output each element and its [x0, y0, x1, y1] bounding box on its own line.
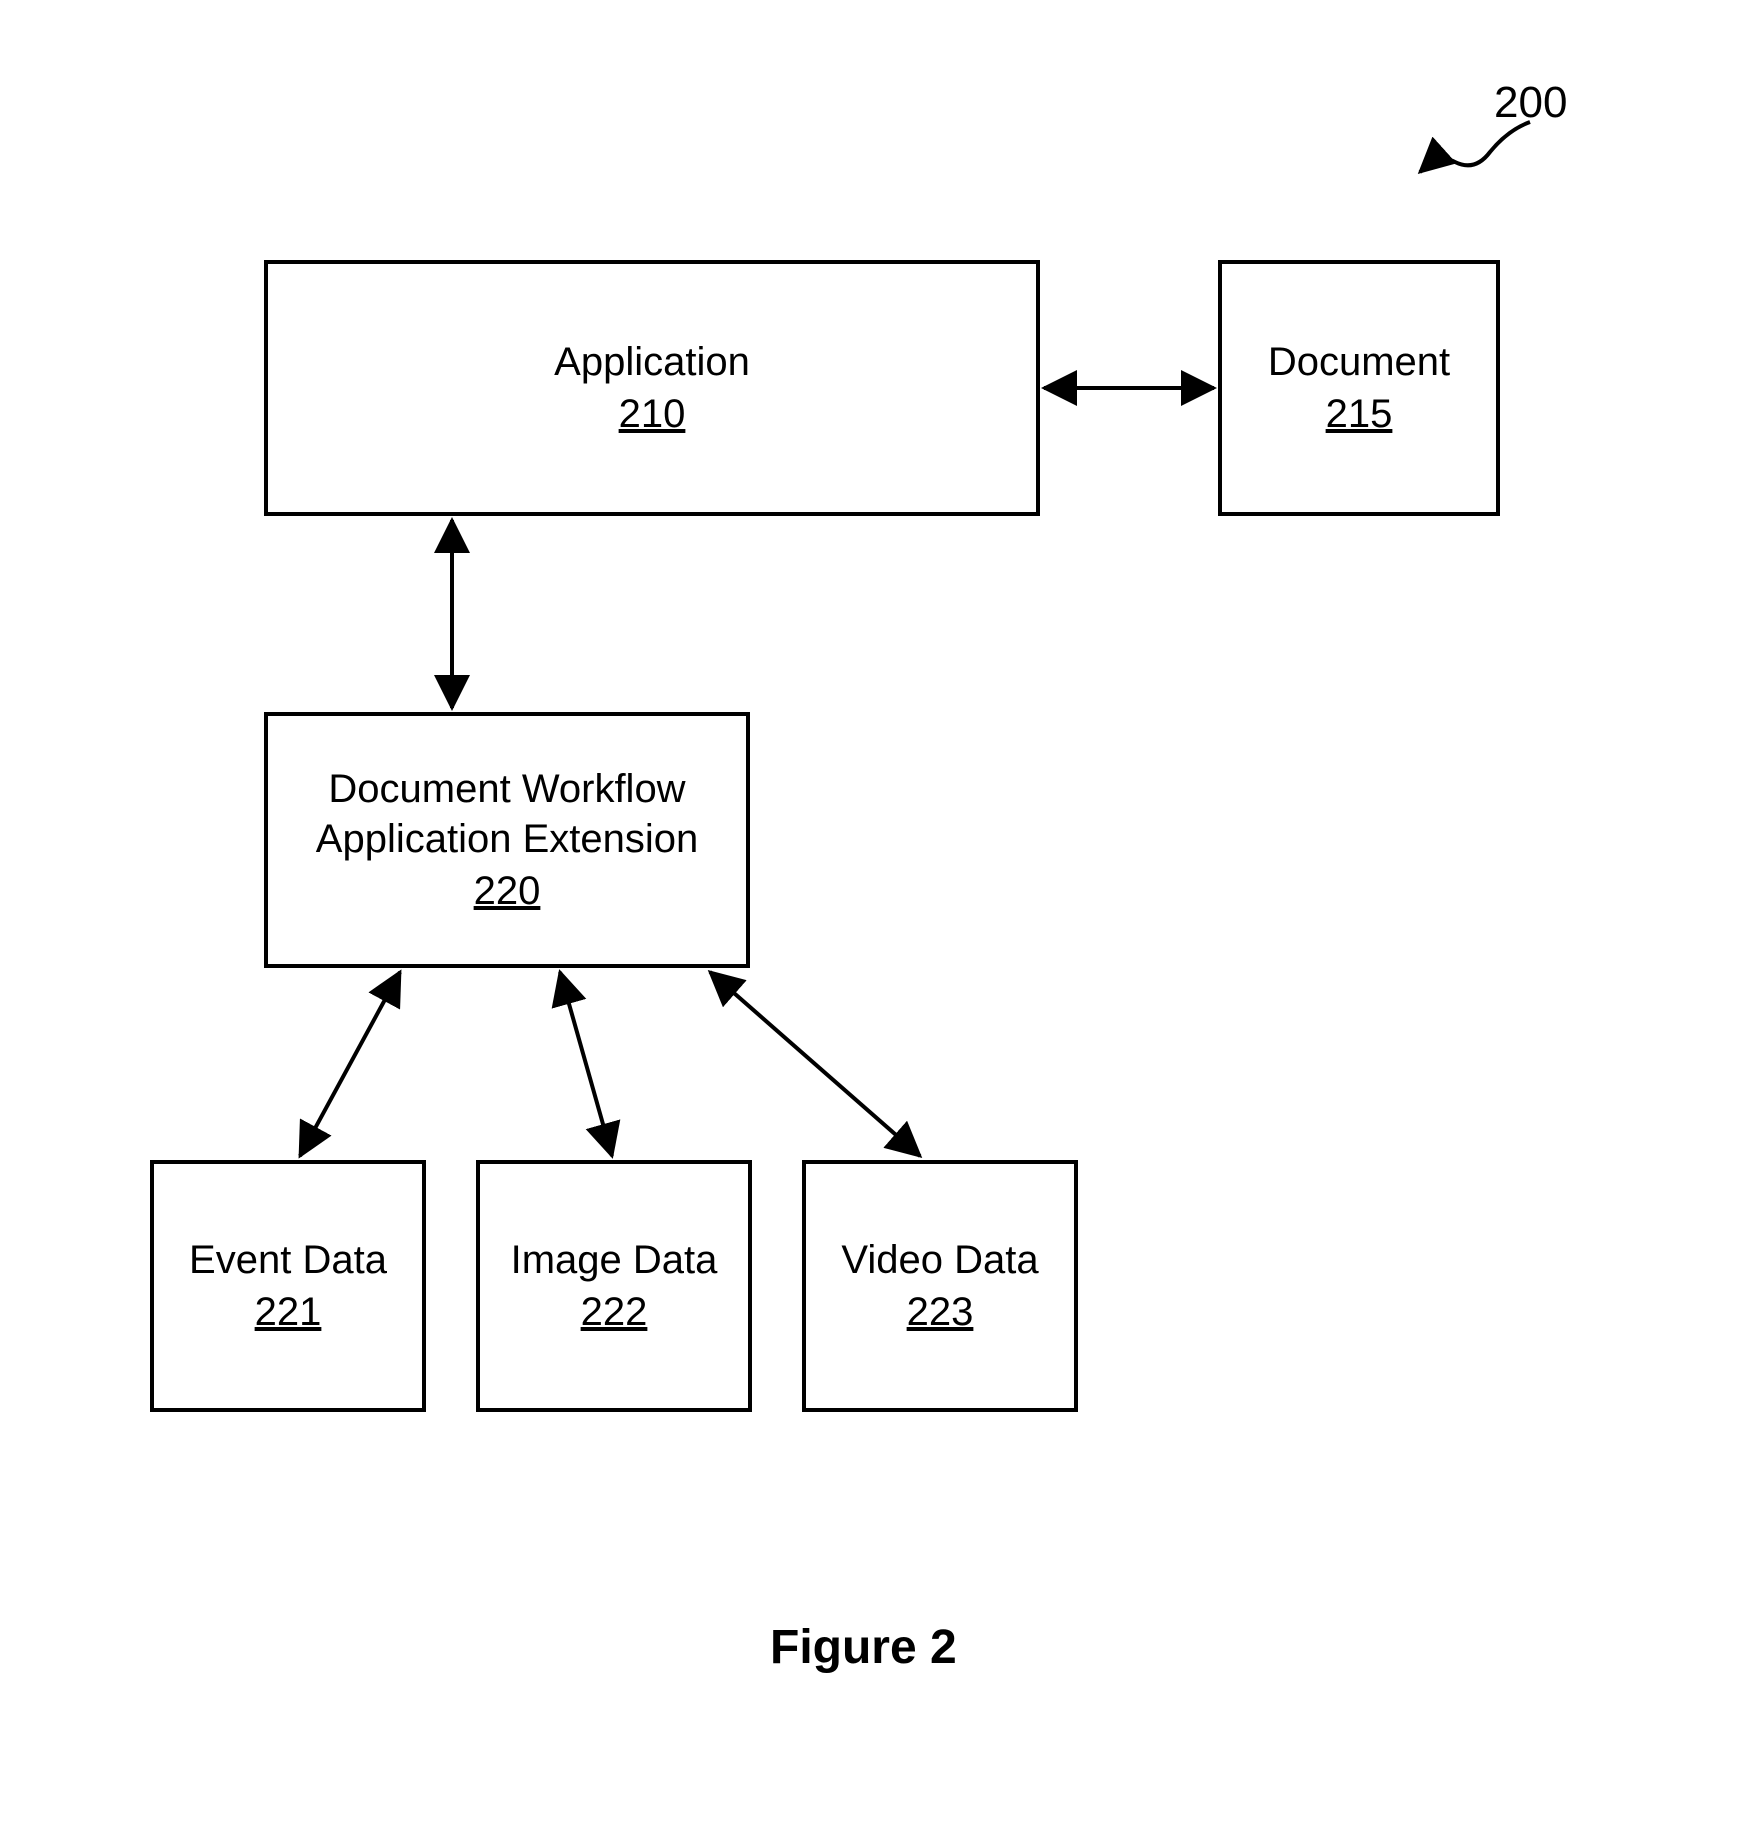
diagram-canvas: 200 Application 210 Document 215 Documen…	[0, 0, 1756, 1832]
arrow-extension-image-icon	[560, 972, 612, 1156]
box-application-label: Application	[554, 337, 750, 387]
leader-arrow-icon	[1420, 122, 1530, 172]
box-application-ref: 210	[619, 389, 686, 439]
box-document-label: Document	[1268, 337, 1450, 387]
box-video-label: Video Data	[841, 1235, 1038, 1285]
box-event-label: Event Data	[189, 1235, 387, 1285]
box-application: Application 210	[264, 260, 1040, 516]
box-video-ref: 223	[907, 1287, 974, 1337]
box-image-label: Image Data	[511, 1235, 718, 1285]
diagram-ref-label: 200	[1494, 78, 1567, 128]
box-image-ref: 222	[581, 1287, 648, 1337]
box-extension: Document Workflow Application Extension …	[264, 712, 750, 968]
box-event-ref: 221	[255, 1287, 322, 1337]
box-video: Video Data 223	[802, 1160, 1078, 1412]
arrow-extension-video-icon	[710, 972, 920, 1156]
box-event: Event Data 221	[150, 1160, 426, 1412]
box-document-ref: 215	[1326, 389, 1393, 439]
box-extension-label: Document Workflow Application Extension	[316, 764, 698, 864]
box-image: Image Data 222	[476, 1160, 752, 1412]
box-document: Document 215	[1218, 260, 1500, 516]
arrow-extension-event-icon	[300, 972, 400, 1156]
figure-caption: Figure 2	[770, 1620, 957, 1675]
box-extension-ref: 220	[474, 866, 541, 916]
